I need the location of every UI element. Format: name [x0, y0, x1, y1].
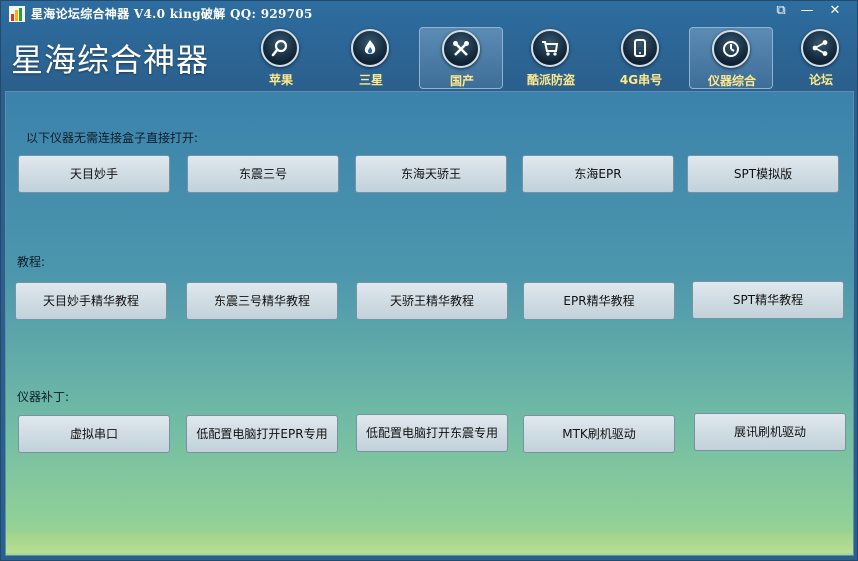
tab-domestic[interactable]: 国产	[419, 27, 503, 89]
patch-button[interactable]: 低配置电脑打开EPR专用	[186, 415, 338, 453]
title-bar[interactable]: 星海论坛综合神器 V4.0 king破解 QQ: 929705 ⧉ — ✕	[1, 1, 857, 27]
instrument-button[interactable]: SPT模拟版	[687, 155, 839, 193]
flame-icon	[351, 29, 389, 67]
tab-forum[interactable]: 论坛	[779, 27, 858, 89]
instrument-button[interactable]: 天目妙手	[18, 155, 170, 193]
instrument-button[interactable]: 东海天骄王	[355, 155, 507, 193]
instrument-button[interactable]: 东震三号	[187, 155, 339, 193]
search-icon	[261, 29, 299, 67]
dial-icon	[712, 30, 750, 68]
tutorial-button[interactable]: 东震三号精华教程	[186, 282, 338, 320]
content-panel: 以下仪器无需连接盒子直接打开: 天目妙手 东震三号 东海天骄王 东海EPR SP…	[5, 91, 854, 556]
app-brand-title: 星海综合神器	[11, 41, 210, 79]
tab-4g-imei[interactable]: 4G串号	[599, 27, 683, 89]
tab-apple[interactable]: 苹果	[239, 27, 323, 89]
instruments-section-label: 以下仪器无需连接盒子直接打开:	[26, 131, 199, 145]
tab-label: 4G串号	[619, 73, 663, 87]
bottom-strip	[6, 533, 853, 553]
tab-label: 国产	[449, 74, 474, 88]
tab-label: 苹果	[268, 73, 293, 87]
patch-button[interactable]: 展讯刷机驱动	[694, 413, 846, 451]
patch-button[interactable]: 低配置电脑打开东震专用	[356, 414, 508, 452]
tools-icon	[442, 30, 480, 68]
tab-label: 酷派防盗	[526, 73, 575, 87]
window-title: 星海论坛综合神器 V4.0 king破解 QQ: 929705	[31, 7, 313, 21]
cart-icon	[531, 29, 569, 67]
tutorial-button[interactable]: SPT精华教程	[692, 281, 844, 319]
tab-label: 论坛	[808, 73, 833, 87]
instrument-button[interactable]: 东海EPR	[522, 155, 674, 193]
tab-instruments[interactable]: 仪器综合	[689, 27, 773, 89]
tutorials-section-label: 教程:	[17, 255, 46, 269]
phone-icon	[621, 29, 659, 67]
main-window: 星海论坛综合神器 V4.0 king破解 QQ: 929705 ⧉ — ✕ 星海…	[0, 0, 858, 561]
tutorial-button[interactable]: 天目妙手精华教程	[15, 282, 167, 320]
tutorial-button[interactable]: 天骄王精华教程	[356, 282, 508, 320]
tab-samsung[interactable]: 三星	[329, 27, 413, 89]
tab-label: 仪器综合	[707, 74, 756, 88]
app-icon	[9, 6, 25, 22]
tab-label: 三星	[358, 73, 383, 87]
tab-coolpad-antitheft[interactable]: 酷派防盗	[509, 27, 593, 89]
tutorial-button[interactable]: EPR精华教程	[523, 282, 675, 320]
close-button[interactable]: ✕	[823, 2, 847, 20]
patch-button[interactable]: MTK刷机驱动	[523, 415, 675, 453]
minimize-button[interactable]: —	[795, 2, 819, 20]
share-icon	[801, 29, 839, 67]
patches-section-label: 仪器补丁:	[17, 390, 70, 404]
restore-button[interactable]: ⧉	[769, 2, 793, 20]
patch-button[interactable]: 虚拟串口	[18, 415, 170, 453]
